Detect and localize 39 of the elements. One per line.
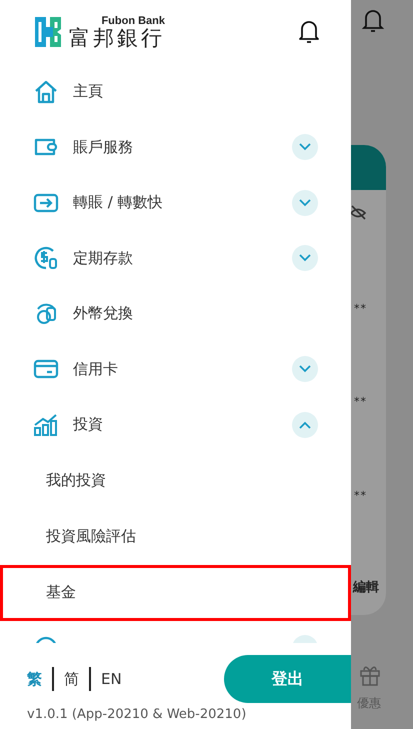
chevron-down-icon xyxy=(299,143,311,152)
language-option[interactable]: 简 xyxy=(52,667,89,691)
home-icon xyxy=(33,78,59,105)
masked-amount: ** xyxy=(354,302,367,315)
notification-bell-icon xyxy=(361,8,385,34)
chart-icon xyxy=(33,412,59,438)
menu-item[interactable]: 信用卡 xyxy=(73,360,292,379)
version-text: v1.0.1 (App-20210 & Web-20210) xyxy=(26,707,248,722)
expand-button[interactable] xyxy=(292,245,318,272)
chevron-down-icon xyxy=(299,254,311,262)
submenu-item[interactable]: 基金 xyxy=(0,564,351,620)
chevron-down-icon xyxy=(299,365,311,374)
eye-slash-icon xyxy=(351,205,367,221)
submenu-item[interactable]: 我的投資 xyxy=(0,452,351,508)
edit-link[interactable]: 編輯 xyxy=(353,578,379,596)
chevron-up-icon xyxy=(299,420,311,429)
expand-button[interactable] xyxy=(292,134,318,160)
menu-item[interactable]: 轉賬 / 轉數快 xyxy=(73,193,292,212)
brand-name: 富邦銀行 xyxy=(69,28,165,48)
card-header xyxy=(351,145,386,190)
submenu-item[interactable]: 投資風險評估 xyxy=(0,508,351,564)
gift-icon xyxy=(359,664,381,686)
expand-button[interactable] xyxy=(292,190,318,216)
menu-item[interactable]: 賬戶服務 xyxy=(73,138,292,157)
collapse-button[interactable] xyxy=(292,412,318,438)
masked-amount: ** xyxy=(354,489,367,502)
notification-bell-icon[interactable] xyxy=(297,19,321,45)
language-option[interactable]: 繁 xyxy=(27,667,52,691)
menu-item[interactable]: 主頁 xyxy=(73,82,318,102)
dollar-cycle-icon xyxy=(33,245,59,272)
menu-item[interactable]: 外幣兌換 xyxy=(73,304,318,324)
masked-amount: ** xyxy=(354,395,367,408)
menu-item[interactable]: 投資 xyxy=(73,415,292,434)
chevron-down-icon xyxy=(299,198,311,207)
expand-button[interactable] xyxy=(292,356,318,382)
brand-name: Fubon Bank xyxy=(101,16,165,26)
language-option[interactable]: EN xyxy=(89,667,132,691)
menu-item[interactable]: 定期存款 xyxy=(73,248,292,268)
logo-icon xyxy=(33,15,63,49)
